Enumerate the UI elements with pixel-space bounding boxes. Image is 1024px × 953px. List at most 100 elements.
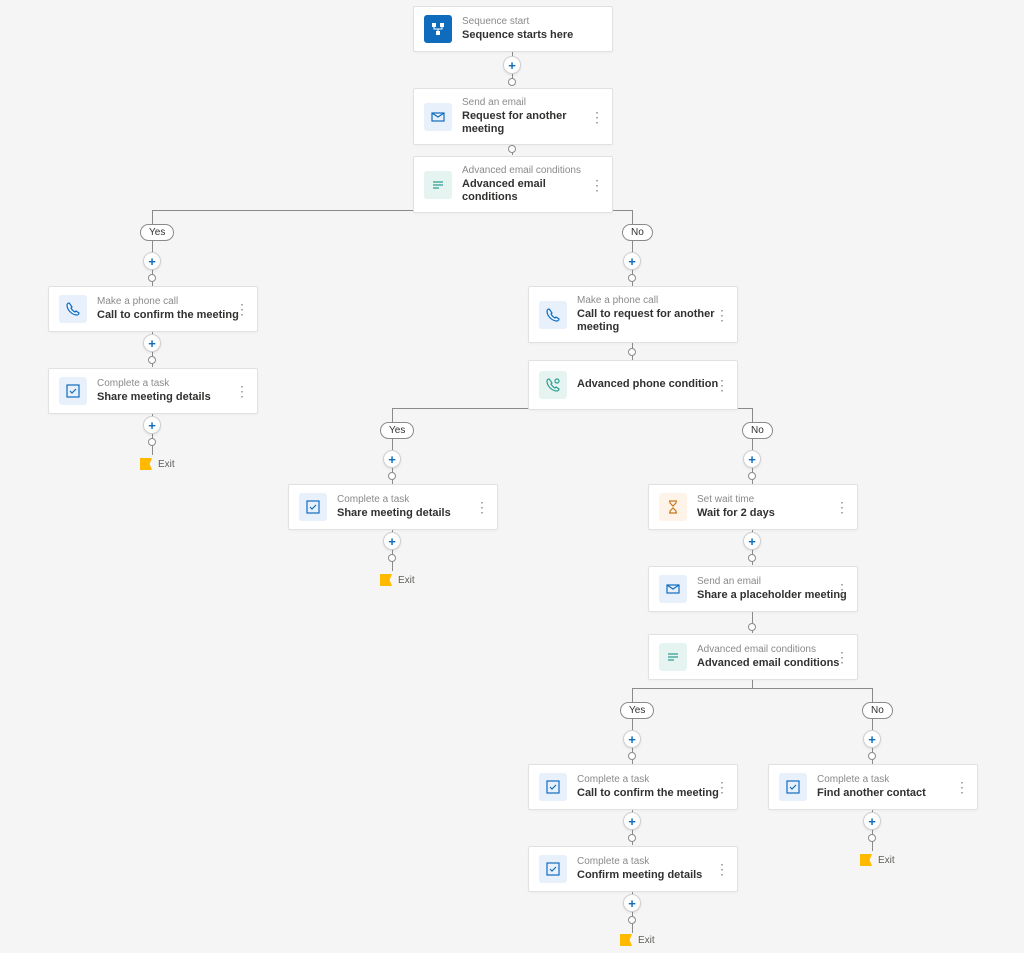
condition-icon — [539, 371, 567, 399]
branch-no-pill: No — [862, 702, 893, 719]
node-type-label: Advanced email conditions — [462, 165, 602, 177]
hourglass-icon — [659, 493, 687, 521]
node-title: Advanced email conditions — [462, 178, 602, 204]
connector — [752, 408, 753, 422]
node-title: Share a placeholder meeting — [697, 589, 847, 602]
node-menu-button[interactable]: ⋮ — [475, 505, 489, 509]
node-menu-button[interactable]: ⋮ — [235, 389, 249, 393]
connector — [392, 408, 393, 422]
node-menu-button[interactable]: ⋮ — [715, 383, 729, 387]
node-type-label: Complete a task — [577, 774, 719, 786]
node-menu-button[interactable]: ⋮ — [835, 655, 849, 659]
add-step-button[interactable]: + — [863, 730, 881, 748]
node-menu-button[interactable]: ⋮ — [715, 867, 729, 871]
node-type-label: Complete a task — [817, 774, 926, 786]
node-phone-condition[interactable]: Advanced phone condition ⋮ — [528, 360, 738, 410]
add-step-button[interactable]: + — [623, 252, 641, 270]
node-complete-task[interactable]: Complete a task Call to confirm the meet… — [528, 764, 738, 810]
checkbox-icon — [779, 773, 807, 801]
node-title: Wait for 2 days — [697, 507, 775, 520]
add-step-button[interactable]: + — [623, 812, 641, 830]
node-menu-button[interactable]: ⋮ — [715, 785, 729, 789]
email-icon — [659, 575, 687, 603]
add-step-button[interactable]: + — [743, 450, 761, 468]
connector-dot — [868, 834, 876, 842]
connector — [632, 210, 633, 224]
node-title: Share meeting details — [337, 507, 451, 520]
node-send-email[interactable]: Send an email Share a placeholder meetin… — [648, 566, 858, 612]
connector-dot — [148, 438, 156, 446]
node-email-condition[interactable]: Advanced email conditions Advanced email… — [413, 156, 613, 213]
node-menu-button[interactable]: ⋮ — [715, 313, 729, 317]
node-type-label: Complete a task — [97, 378, 211, 390]
condition-icon — [424, 171, 452, 199]
node-sequence-start[interactable]: Sequence start Sequence starts here — [413, 6, 613, 52]
node-type-label: Set wait time — [697, 494, 775, 506]
node-menu-button[interactable]: ⋮ — [590, 115, 604, 119]
add-step-button[interactable]: + — [623, 894, 641, 912]
exit-label: Exit — [398, 575, 415, 586]
exit-label: Exit — [158, 459, 175, 470]
exit-marker: Exit — [860, 854, 895, 866]
node-title: Advanced phone condition — [577, 378, 718, 391]
checkbox-icon — [299, 493, 327, 521]
node-type-label: Advanced email conditions — [697, 644, 839, 656]
exit-marker: Exit — [140, 458, 175, 470]
checkbox-icon — [539, 855, 567, 883]
node-menu-button[interactable]: ⋮ — [235, 307, 249, 311]
branch-no-pill: No — [742, 422, 773, 439]
node-menu-button[interactable]: ⋮ — [835, 587, 849, 591]
connector-dot — [748, 554, 756, 562]
node-type-label: Sequence start — [462, 16, 573, 28]
node-complete-task[interactable]: Complete a task Share meeting details ⋮ — [288, 484, 498, 530]
connector — [632, 688, 633, 702]
node-menu-button[interactable]: ⋮ — [835, 505, 849, 509]
branch-yes-pill: Yes — [620, 702, 654, 719]
exit-label: Exit — [878, 855, 895, 866]
flag-icon — [140, 458, 152, 470]
add-step-button[interactable]: + — [503, 56, 521, 74]
flow-canvas[interactable]: Sequence start Sequence starts here + Se… — [0, 0, 1024, 953]
branch-yes-pill: Yes — [380, 422, 414, 439]
add-step-button[interactable]: + — [143, 334, 161, 352]
node-complete-task[interactable]: Complete a task Share meeting details ⋮ — [48, 368, 258, 414]
node-complete-task[interactable]: Complete a task Find another contact ⋮ — [768, 764, 978, 810]
add-step-button[interactable]: + — [863, 812, 881, 830]
add-step-button[interactable]: + — [143, 416, 161, 434]
flag-icon — [860, 854, 872, 866]
email-icon — [424, 103, 452, 131]
connector-dot — [388, 554, 396, 562]
node-email-condition[interactable]: Advanced email conditions Advanced email… — [648, 634, 858, 680]
add-step-button[interactable]: + — [743, 532, 761, 550]
node-title: Call to confirm the meeting — [577, 787, 719, 800]
exit-marker: Exit — [620, 934, 655, 946]
node-phone-call[interactable]: Make a phone call Call to request for an… — [528, 286, 738, 343]
phone-icon — [539, 301, 567, 329]
node-title: Call to request for another meeting — [577, 308, 727, 334]
connector-dot — [628, 916, 636, 924]
node-title: Share meeting details — [97, 391, 211, 404]
checkbox-icon — [539, 773, 567, 801]
node-send-email[interactable]: Send an email Request for another meetin… — [413, 88, 613, 145]
add-step-button[interactable]: + — [623, 730, 641, 748]
node-menu-button[interactable]: ⋮ — [590, 183, 604, 187]
connector-dot — [748, 472, 756, 480]
connector-dot — [628, 274, 636, 282]
flag-icon — [620, 934, 632, 946]
connector-dot — [148, 356, 156, 364]
add-step-button[interactable]: + — [383, 532, 401, 550]
connector-dot — [508, 145, 516, 153]
node-type-label: Make a phone call — [97, 296, 239, 308]
condition-icon — [659, 643, 687, 671]
add-step-button[interactable]: + — [383, 450, 401, 468]
node-title: Call to confirm the meeting — [97, 309, 239, 322]
node-type-label: Send an email — [697, 576, 847, 588]
phone-icon — [59, 295, 87, 323]
node-title: Confirm meeting details — [577, 869, 702, 882]
node-complete-task[interactable]: Complete a task Confirm meeting details … — [528, 846, 738, 892]
add-step-button[interactable]: + — [143, 252, 161, 270]
node-phone-call[interactable]: Make a phone call Call to confirm the me… — [48, 286, 258, 332]
node-menu-button[interactable]: ⋮ — [955, 785, 969, 789]
connector-dot — [508, 78, 516, 86]
node-wait[interactable]: Set wait time Wait for 2 days ⋮ — [648, 484, 858, 530]
